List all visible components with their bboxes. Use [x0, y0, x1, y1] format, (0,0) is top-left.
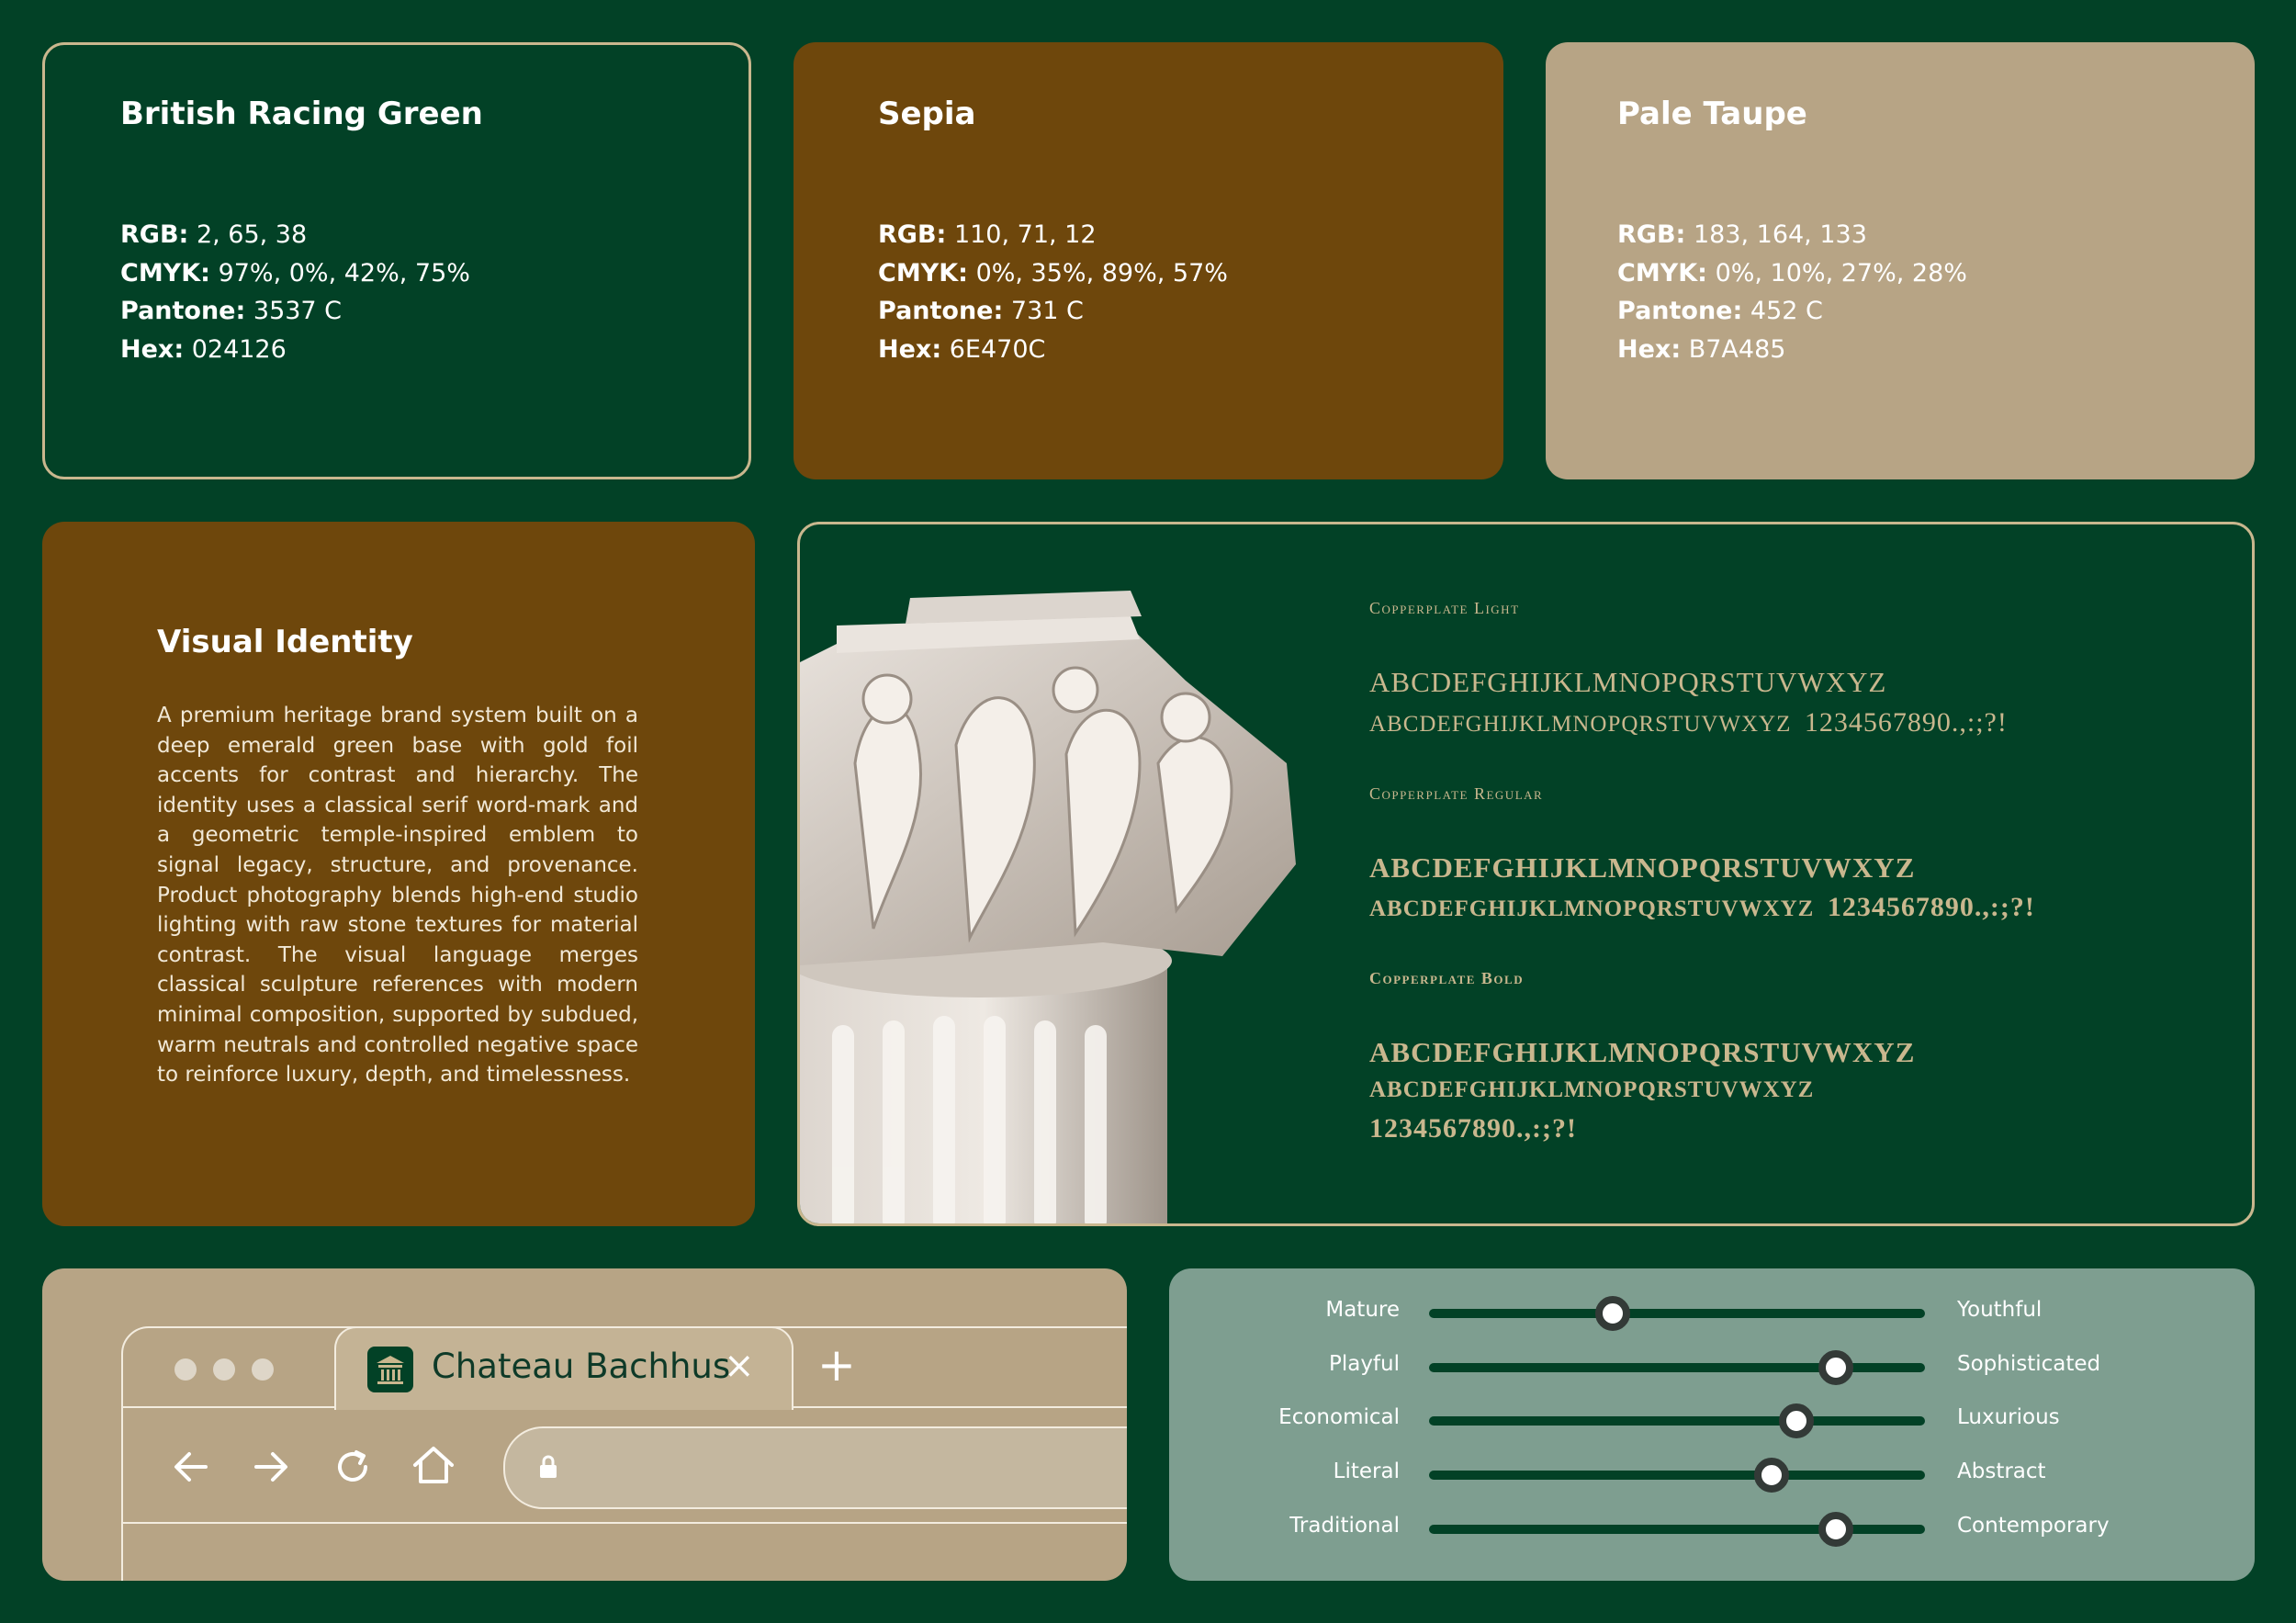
slider-track[interactable]	[1429, 1350, 1925, 1385]
font-label-regular: Copperplate Regular	[1369, 784, 1544, 803]
personality-left-labels: Mature Playful Economical Literal Tradit…	[1169, 1268, 1400, 1581]
rgb-label: RGB:	[878, 220, 947, 249]
slider-left-label: Literal	[1333, 1460, 1400, 1483]
slider-track[interactable]	[1429, 1512, 1925, 1547]
slider-track[interactable]	[1429, 1403, 1925, 1438]
rgb-label: RGB:	[1617, 220, 1686, 249]
browser-mockup-card: Chateau Bachhus × +	[42, 1268, 1127, 1581]
window-close-dot[interactable]	[174, 1358, 197, 1381]
swatch-specs: RGB: 110, 71, 12 CMYK: 0%, 35%, 89%, 57%…	[878, 216, 1228, 368]
reload-icon[interactable]	[331, 1445, 375, 1489]
pantone-value: 731 C	[1010, 297, 1084, 325]
hex-label: Hex:	[1617, 334, 1682, 364]
new-tab-icon[interactable]: +	[817, 1338, 856, 1392]
visual-identity-title: Visual Identity	[157, 624, 413, 660]
lock-icon	[540, 1455, 557, 1478]
font-label-light: Copperplate Light	[1369, 599, 1520, 617]
font-sample-uppercase: ABCDEFGHIJKLMNOPQRSTUVWXYZ	[1369, 851, 1916, 884]
rgb-value: 183, 164, 133	[1693, 220, 1867, 249]
slider-knob[interactable]	[1818, 1512, 1853, 1547]
toolbar-divider	[123, 1522, 1127, 1524]
hex-value: 6E470C	[949, 334, 1046, 364]
cmyk-label: CMYK:	[120, 258, 210, 287]
slider-track[interactable]	[1429, 1296, 1925, 1331]
slider-right-label: Youthful	[1957, 1298, 2043, 1322]
pantone-value: 452 C	[1750, 297, 1823, 325]
slider-knob[interactable]	[1818, 1350, 1853, 1385]
slider-track[interactable]	[1429, 1458, 1925, 1493]
browser-tab[interactable]: Chateau Bachhus ×	[334, 1326, 793, 1410]
slider-knob[interactable]	[1778, 1403, 1814, 1438]
cmyk-label: CMYK:	[878, 258, 968, 287]
swatch-name: British Racing Green	[120, 96, 483, 132]
font-sample-small-caps: ABCDEFGHIJKLMNOPQRSTUVWXYZ	[1369, 712, 1792, 737]
swatch-specs: RGB: 183, 164, 133 CMYK: 0%, 10%, 27%, 2…	[1617, 216, 1967, 368]
cmyk-label: CMYK:	[1617, 258, 1707, 287]
font-sample-digits: 1234567890.,:;?!	[1827, 892, 2035, 922]
rgb-label: RGB:	[120, 220, 189, 249]
slider-right-label: Abstract	[1957, 1460, 2046, 1483]
rgb-value: 2, 65, 38	[196, 220, 308, 249]
home-icon[interactable]	[410, 1441, 457, 1489]
temple-emblem-icon	[367, 1347, 413, 1392]
hex-label: Hex:	[878, 334, 942, 364]
slider-knob[interactable]	[1594, 1296, 1630, 1331]
font-sample-lowercase: ABCDEFGHIJKLMNOPQRSTUVWXYZ	[1369, 1077, 1815, 1102]
hex-label: Hex:	[120, 334, 185, 364]
slider-left-label: Playful	[1328, 1352, 1400, 1376]
tab-close-icon[interactable]: ×	[724, 1345, 755, 1387]
pantone-label: Pantone:	[878, 297, 1004, 325]
swatch-name: Pale Taupe	[1617, 96, 1807, 132]
window-maximize-dot[interactable]	[252, 1358, 274, 1381]
slider-left-label: Traditional	[1289, 1514, 1400, 1538]
pantone-value: 3537 C	[253, 297, 343, 325]
slider-knob[interactable]	[1753, 1458, 1789, 1493]
pantone-label: Pantone:	[120, 297, 246, 325]
hex-value: 024126	[191, 334, 287, 364]
forward-arrow-icon[interactable]	[249, 1445, 293, 1489]
slider-right-label: Sophisticated	[1957, 1352, 2101, 1376]
cmyk-value: 0%, 35%, 89%, 57%	[975, 258, 1228, 287]
window-minimize-dot[interactable]	[213, 1358, 235, 1381]
font-sample-digits: 1234567890.,:;?!	[1369, 1113, 1577, 1144]
cmyk-value: 0%, 10%, 27%, 28%	[1715, 258, 1967, 287]
rgb-value: 110, 71, 12	[953, 220, 1097, 249]
slider-left-label: Mature	[1325, 1298, 1400, 1322]
pantone-label: Pantone:	[1617, 297, 1743, 325]
font-sample-small-caps: ABCDEFGHIJKLMNOPQRSTUVWXYZ	[1369, 896, 1815, 921]
swatch-name: Sepia	[878, 96, 976, 132]
back-arrow-icon[interactable]	[169, 1445, 213, 1489]
visual-identity-body: A premium heritage brand system built on…	[157, 704, 638, 1088]
address-bar[interactable]	[503, 1426, 1127, 1509]
font-sample-uppercase: ABCDEFGHIJKLMNOPQRSTUVWXYZ	[1369, 1036, 1916, 1068]
slider-left-label: Economical	[1278, 1405, 1400, 1429]
font-label-bold: Copperplate Bold	[1369, 969, 1525, 987]
corinthian-column-image	[800, 591, 1296, 1223]
font-sample-digits: 1234567890.,:;?!	[1804, 707, 2008, 738]
cmyk-value: 97%, 0%, 42%, 75%	[218, 258, 470, 287]
slider-right-label: Contemporary	[1957, 1514, 2110, 1538]
swatch-specs: RGB: 2, 65, 38 CMYK: 97%, 0%, 42%, 75% P…	[120, 216, 470, 368]
tab-title: Chateau Bachhus	[432, 1347, 731, 1386]
font-sample-lowercase: ABCDEFGHIJKLMNOPQRSTUVWXYZ 1234567890.,:…	[1369, 707, 2008, 738]
hex-value: B7A485	[1688, 334, 1786, 364]
font-sample-uppercase: ABCDEFGHIJKLMNOPQRSTUVWXYZ	[1369, 666, 1887, 698]
slider-right-label: Luxurious	[1957, 1405, 2060, 1429]
font-sample-lowercase: ABCDEFGHIJKLMNOPQRSTUVWXYZ 1234567890.,:…	[1369, 892, 2035, 923]
